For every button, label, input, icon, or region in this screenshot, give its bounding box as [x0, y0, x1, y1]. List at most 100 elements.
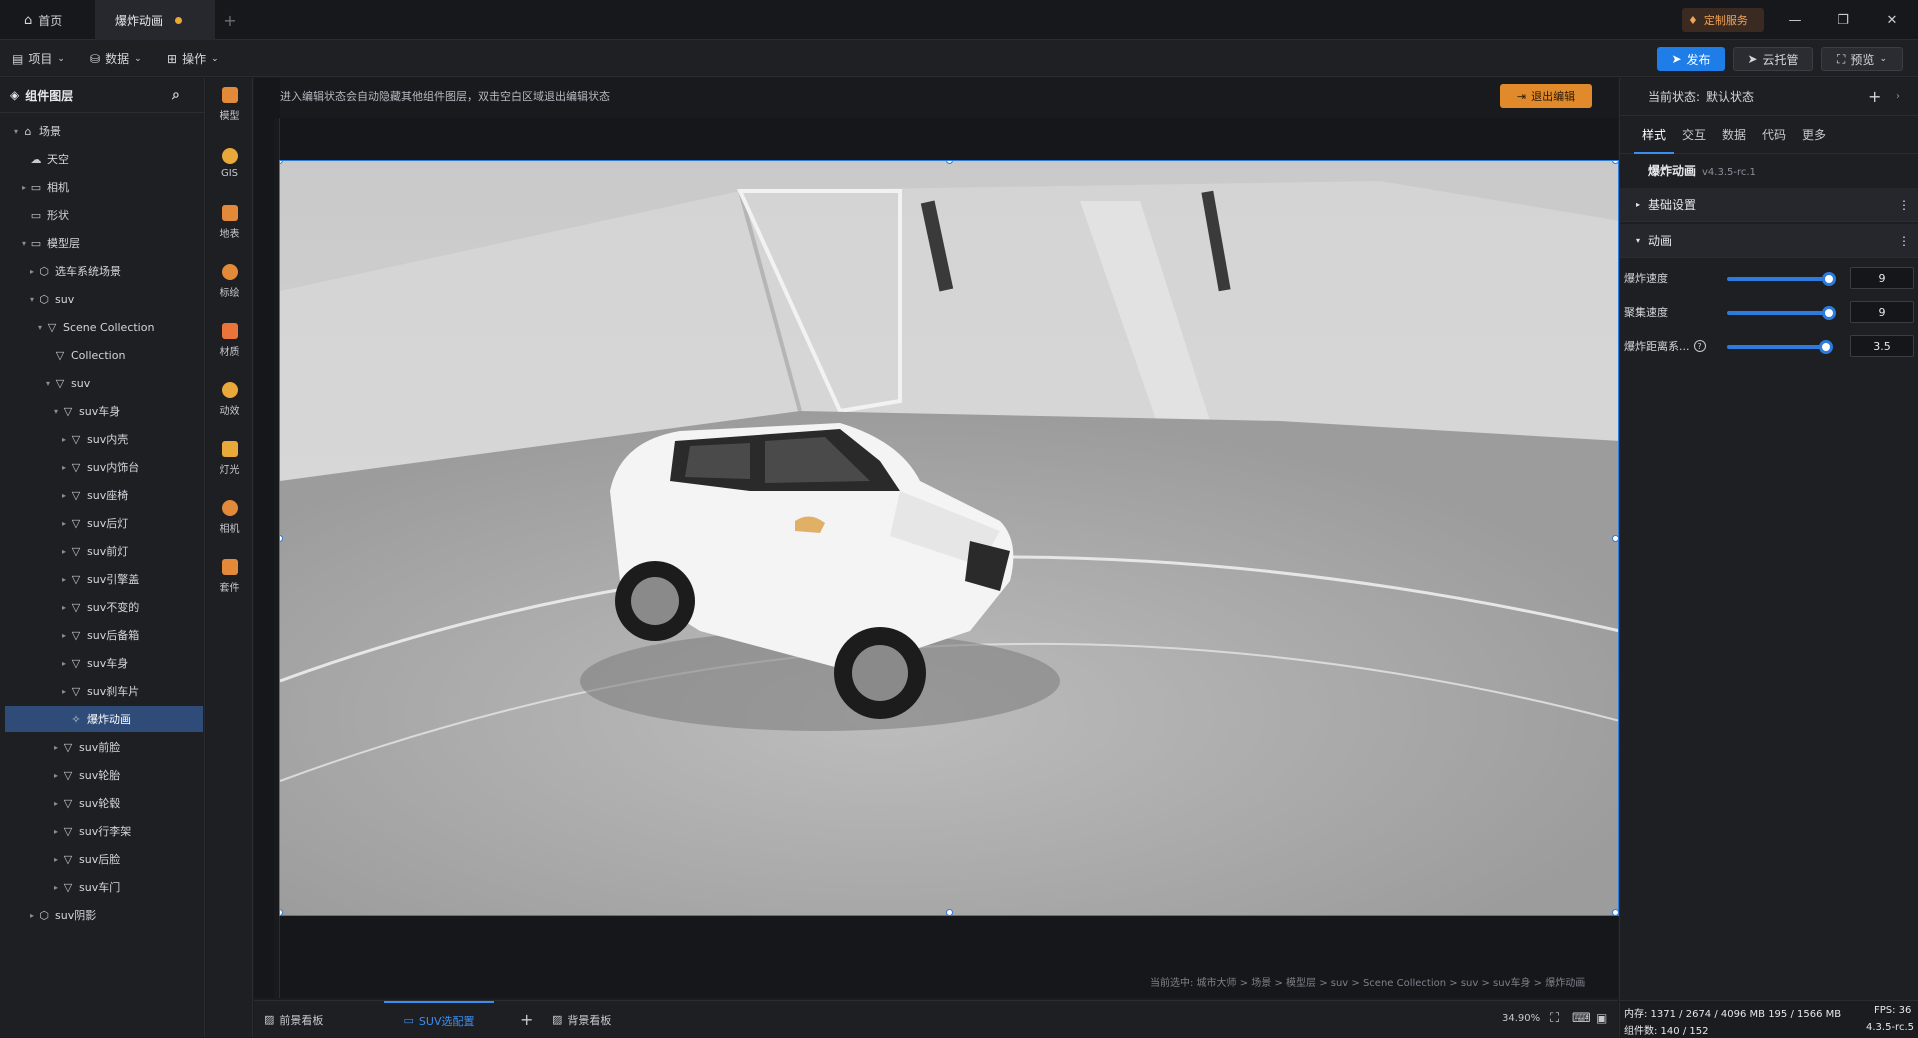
tree-row[interactable]: ▸ ▭ 相机	[5, 174, 203, 200]
tool-7[interactable]: 相机	[206, 491, 253, 543]
keyboard-icon[interactable]: ⌨	[1572, 1011, 1591, 1026]
tab-more[interactable]: 更多	[1794, 116, 1834, 154]
tool-5[interactable]: 动效	[206, 373, 253, 425]
number-input[interactable]: 3.5	[1850, 335, 1914, 357]
tree-row[interactable]: ▸ ▽ suv刹车片	[5, 678, 203, 704]
tree-row[interactable]: ▸ ▽ suv不变的	[5, 594, 203, 620]
tab-foreground-board[interactable]: ▨ 前景看板	[264, 1001, 323, 1038]
section-basic-settings[interactable]: ▸ 基础设置 ⋮	[1620, 188, 1918, 222]
publish-button[interactable]: ➤ 发布	[1657, 47, 1725, 71]
caret-right-icon[interactable]: ▸	[59, 603, 69, 612]
menu-project[interactable]: ▤ 项目 ⌄	[12, 40, 65, 77]
tree-row[interactable]: ▸ ▽ suv后灯	[5, 510, 203, 536]
tree-row[interactable]: ▸ ▽ suv轮毂	[5, 790, 203, 816]
tree-row[interactable]: ▾ ▽ Scene Collection	[5, 314, 203, 340]
tree-row[interactable]: ▾ ⬡ suv	[5, 286, 203, 312]
tab-background-board[interactable]: ▨ 背景看板	[552, 1001, 611, 1038]
search-icon[interactable]: ⌕	[172, 87, 180, 103]
caret-down-icon[interactable]: ▾	[19, 239, 29, 248]
slider-knob[interactable]	[1818, 340, 1833, 354]
help-icon[interactable]: ?	[1693, 340, 1706, 352]
menu-operation[interactable]: ⊞ 操作 ⌄	[167, 40, 219, 77]
caret-right-icon[interactable]: ▸	[59, 547, 69, 556]
caret-down-icon[interactable]: ▾	[51, 407, 61, 416]
tree-row[interactable]: ▸ ⬡ suv阴影	[5, 902, 203, 928]
caret-right-icon[interactable]: ▸	[59, 687, 69, 696]
tree-row[interactable]: ▸ ▽ suv前灯	[5, 538, 203, 564]
caret-right-icon[interactable]: ▸	[59, 491, 69, 500]
resize-handle[interactable]	[946, 909, 953, 915]
custom-service-button[interactable]: ♦ 定制服务	[1682, 8, 1764, 32]
tree-row[interactable]: ▸ ⬡ 选车系统场景	[5, 258, 203, 284]
tree-row[interactable]: ▸ ▽ suv后脸	[5, 846, 203, 872]
cloud-hosting-button[interactable]: ➤ 云托管	[1733, 47, 1813, 71]
preview-button[interactable]: ⛶ 预览 ⌄	[1821, 47, 1903, 71]
tree-row[interactable]: ▽ Collection	[5, 342, 203, 368]
tree-row[interactable]: ▸ ▽ suv后备箱	[5, 622, 203, 648]
tab-code[interactable]: 代码	[1754, 116, 1794, 154]
terminal-icon[interactable]: ▣	[1596, 1011, 1607, 1025]
caret-right-icon[interactable]: ▸	[59, 463, 69, 472]
caret-down-icon[interactable]: ▾	[11, 127, 21, 136]
more-vertical-icon[interactable]: ⋮	[1898, 234, 1910, 248]
tree-row[interactable]: ▾ ⌂ 场景	[5, 118, 203, 144]
tree-row[interactable]: ▾ ▽ suv车身	[5, 398, 203, 424]
number-input[interactable]: 9	[1850, 267, 1914, 289]
menu-data[interactable]: ⛁ 数据 ⌄	[90, 40, 142, 77]
caret-right-icon[interactable]: ▸	[27, 267, 37, 276]
tool-6[interactable]: 灯光	[206, 432, 253, 484]
tree-row[interactable]: ▸ ▽ suv引擎盖	[5, 566, 203, 592]
resize-handle[interactable]	[1612, 909, 1618, 915]
zoom-level[interactable]: 34.90%	[1502, 1013, 1540, 1024]
tab-explosion-animation[interactable]: 爆炸动画	[95, 0, 215, 40]
caret-right-icon[interactable]: ▸	[51, 743, 61, 752]
tree-row[interactable]: ▸ ▽ suv内饰台	[5, 454, 203, 480]
current-state-value[interactable]: 默认状态	[1706, 88, 1754, 105]
caret-right-icon[interactable]: ▸	[51, 771, 61, 780]
tree-row[interactable]: ▭ 形状	[5, 202, 203, 228]
3d-viewport[interactable]	[279, 160, 1619, 916]
tree-row[interactable]: ▸ ▽ suv座椅	[5, 482, 203, 508]
exit-edit-button[interactable]: ⇥ 退出编辑	[1500, 84, 1592, 108]
tool-8[interactable]: 套件	[206, 550, 253, 602]
tree-row[interactable]: ▸ ▽ suv车门	[5, 874, 203, 900]
slider-knob[interactable]	[1822, 306, 1836, 320]
tool-3[interactable]: 标绘	[206, 255, 253, 307]
slider-knob[interactable]	[1822, 272, 1836, 286]
tree-row[interactable]: ▸ ▽ suv行李架	[5, 818, 203, 844]
tree-row[interactable]: ☁ 天空	[5, 146, 203, 172]
fit-screen-icon[interactable]: ⛶	[1550, 1011, 1559, 1026]
caret-right-icon[interactable]: ▸	[51, 883, 61, 892]
tab-data[interactable]: 数据	[1714, 116, 1754, 154]
tool-4[interactable]: 材质	[206, 314, 253, 366]
new-tab-button[interactable]: +	[220, 0, 240, 40]
add-state-icon[interactable]: +	[1868, 87, 1881, 106]
slider[interactable]	[1727, 272, 1836, 286]
section-animation[interactable]: ▾ 动画 ⋮	[1620, 224, 1918, 258]
restore-icon[interactable]: ❐	[1831, 8, 1855, 32]
tab-home[interactable]: ⌂ 首页	[10, 0, 90, 40]
tree-row[interactable]: ▸ ▽ suv前脸	[5, 734, 203, 760]
tool-0[interactable]: 模型	[206, 78, 253, 130]
caret-right-icon[interactable]: ▸	[19, 183, 29, 192]
caret-right-icon[interactable]: ▸	[59, 631, 69, 640]
number-input[interactable]: 9	[1850, 301, 1914, 323]
tree-row[interactable]: ▸ ▽ suv内壳	[5, 426, 203, 452]
caret-right-icon[interactable]: ▸	[51, 799, 61, 808]
tree-row[interactable]: ▾ ▽ suv	[5, 370, 203, 396]
slider[interactable]	[1727, 340, 1833, 354]
resize-handle[interactable]	[1612, 535, 1618, 542]
tab-suv-config[interactable]: ▭ SUV选配置	[384, 1001, 494, 1038]
caret-right-icon[interactable]: ▸	[27, 911, 37, 920]
add-board-icon[interactable]: +	[520, 1001, 533, 1038]
caret-right-icon[interactable]: ▸	[59, 435, 69, 444]
minimize-icon[interactable]: —	[1783, 8, 1807, 32]
tree-row[interactable]: ▾ ▭ 模型层	[5, 230, 203, 256]
caret-down-icon[interactable]: ▾	[35, 323, 45, 332]
close-icon[interactable]: ✕	[1880, 8, 1904, 32]
tree-row[interactable]: ▸ ▽ suv轮胎	[5, 762, 203, 788]
caret-down-icon[interactable]: ▾	[43, 379, 53, 388]
caret-right-icon[interactable]: ▸	[59, 575, 69, 584]
tool-2[interactable]: 地表	[206, 196, 253, 248]
tab-interaction[interactable]: 交互	[1674, 116, 1714, 154]
